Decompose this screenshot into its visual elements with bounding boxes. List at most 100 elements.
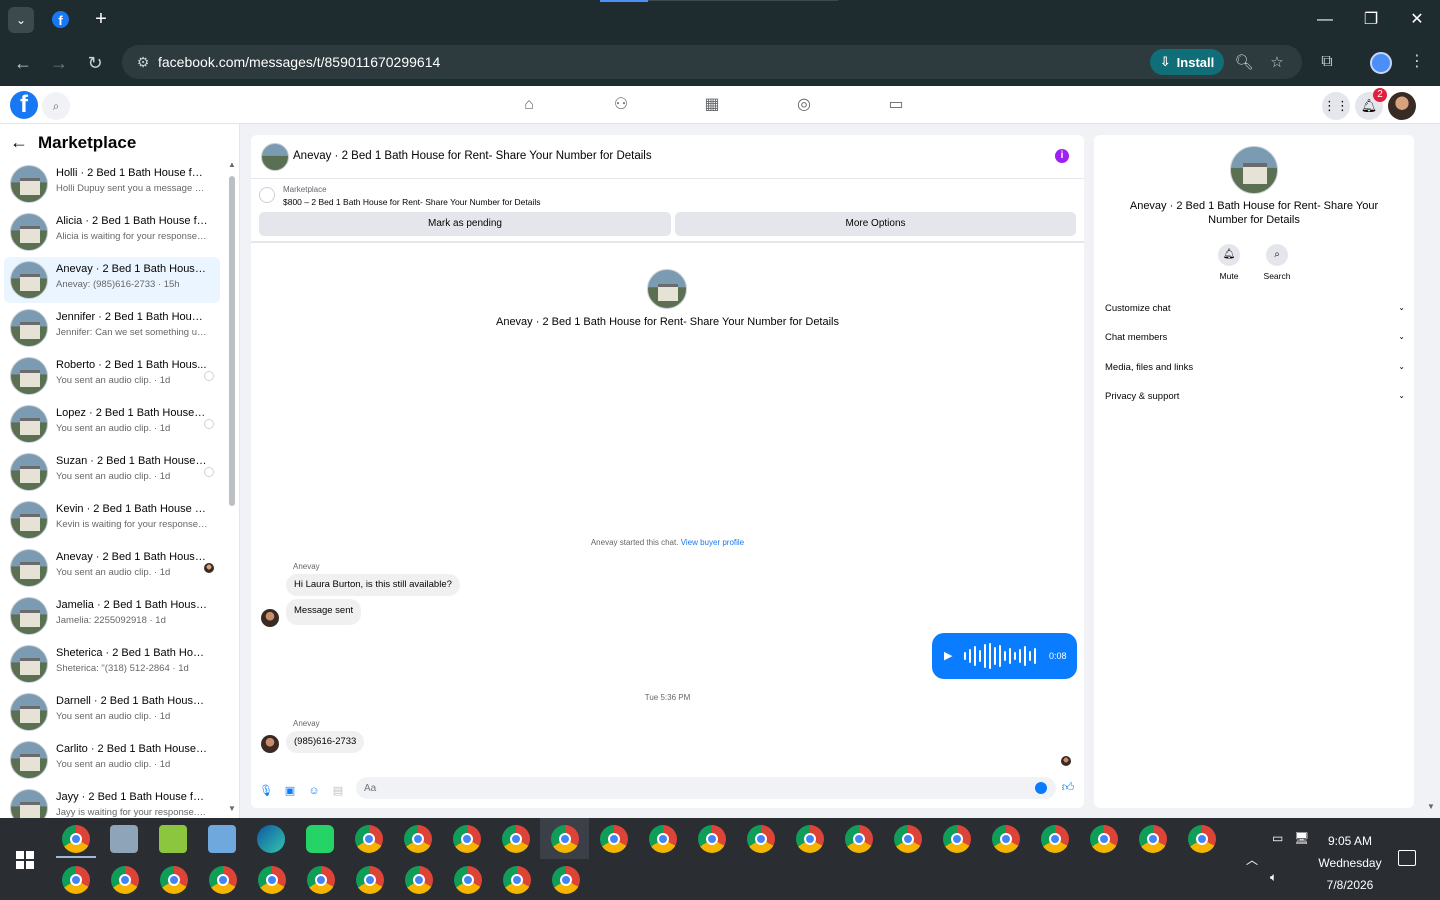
conversation-item[interactable]: Suzan · 2 Bed 1 Bath House f... You sent … xyxy=(4,449,220,495)
conversation-item[interactable]: Roberto · 2 Bed 1 Bath Hous... You sent a… xyxy=(4,353,220,399)
chrome-profile-icon[interactable] xyxy=(943,825,971,853)
sender-avatar[interactable] xyxy=(261,609,279,627)
audio-message-bubble[interactable]: ▶ 0:08 xyxy=(932,633,1077,679)
tab-search-chevron-icon[interactable]: ⌄ xyxy=(8,7,34,33)
chrome-profile-icon[interactable] xyxy=(62,866,90,894)
conversation-item[interactable]: Jennifer · 2 Bed 1 Bath House f... Jennif… xyxy=(4,305,220,351)
chrome-profile-icon[interactable] xyxy=(355,825,383,853)
chrome-profile-icon[interactable] xyxy=(600,825,628,853)
windows-start-icon[interactable] xyxy=(16,851,34,869)
info-icon[interactable]: i xyxy=(1055,149,1069,163)
mark-as-pending-button[interactable]: Mark as pending xyxy=(259,212,671,236)
customize-chat-section[interactable]: Customize chat ⌄ xyxy=(1105,303,1405,323)
search-icon[interactable]: ⌕ xyxy=(42,92,70,120)
chat-avatar[interactable] xyxy=(261,143,289,171)
close-window-icon[interactable]: ✕ xyxy=(1402,8,1432,32)
whatsapp-icon[interactable] xyxy=(306,825,334,853)
media-files-links-section[interactable]: Media, files and links ⌄ xyxy=(1105,362,1405,382)
minimize-icon[interactable]: — xyxy=(1310,8,1340,32)
conversation-item[interactable]: Alicia · 2 Bed 1 Bath House for ... Alici… xyxy=(4,209,220,255)
new-tab-plus-icon[interactable]: + xyxy=(90,8,112,30)
message-input[interactable] xyxy=(356,777,1056,799)
chrome-profile-icon[interactable] xyxy=(356,866,384,894)
chrome-profile-icon[interactable] xyxy=(698,825,726,853)
zoom-icon[interactable]: 🔍︎ xyxy=(1234,53,1254,73)
chrome-profile-icon[interactable] xyxy=(649,825,677,853)
menu-grid-icon[interactable]: ⋮⋮ xyxy=(1322,92,1350,120)
taskbar-clock[interactable]: 9:05 AM Wednesday 7/8/2026 xyxy=(1314,830,1386,896)
chrome-profile-icon[interactable] xyxy=(1139,825,1167,853)
listing-title[interactable]: $800 – 2 Bed 1 Bath House for Rent- Shar… xyxy=(283,197,541,207)
groups-icon[interactable]: ◎ xyxy=(793,94,815,116)
restore-icon[interactable]: ❐ xyxy=(1356,8,1386,32)
chrome-profile-icon[interactable] xyxy=(747,825,775,853)
gaming-icon[interactable]: ▭ xyxy=(885,94,907,116)
scroll-up-arrow-icon[interactable]: ▲ xyxy=(227,160,237,169)
chrome-profile-icon[interactable] xyxy=(503,866,531,894)
chrome-profile-icon[interactable] xyxy=(502,825,530,853)
scroll-down-arrow-icon[interactable]: ▼ xyxy=(227,804,237,813)
search-button[interactable]: ⌕ Search xyxy=(1257,244,1297,281)
conversation-item[interactable]: Jayy · 2 Bed 1 Bath House for R... Jayy i… xyxy=(4,785,220,818)
emoji-icon[interactable] xyxy=(1035,782,1047,794)
privacy-support-section[interactable]: Privacy & support ⌄ xyxy=(1105,391,1405,411)
back-arrow-icon[interactable]: ← xyxy=(10,132,28,153)
microphone-icon[interactable]: 🎙︎ xyxy=(259,784,273,798)
volume-icon[interactable]: 🔈︎ xyxy=(1270,870,1277,885)
network-icon[interactable]: 🖥︎ xyxy=(1294,831,1309,845)
chrome-profile-icon[interactable] xyxy=(404,825,432,853)
play-icon[interactable]: ▶ xyxy=(944,649,952,662)
photo-icon[interactable]: ▣ xyxy=(283,784,297,798)
conversation-item[interactable]: Carlito · 2 Bed 1 Bath House f... You sen… xyxy=(4,737,220,783)
chrome-profile-icon[interactable] xyxy=(1090,825,1118,853)
more-options-button[interactable]: More Options xyxy=(675,212,1076,236)
chrome-profile-icon[interactable] xyxy=(258,866,286,894)
chat-members-section[interactable]: Chat members ⌄ xyxy=(1105,332,1405,352)
chrome-app-icon[interactable] xyxy=(62,825,90,853)
chat-info-avatar[interactable] xyxy=(1230,146,1278,194)
reload-icon[interactable]: ↻ xyxy=(83,51,107,75)
chat-title[interactable]: Anevay · 2 Bed 1 Bath House for Rent- Sh… xyxy=(293,150,652,162)
listing-thumbnail[interactable] xyxy=(259,187,275,203)
message-bubble[interactable]: (985)616-2733 xyxy=(286,731,365,753)
sender-avatar[interactable] xyxy=(261,735,279,753)
chrome-profile-icon[interactable] xyxy=(160,866,188,894)
chrome-profile-icon[interactable] xyxy=(551,825,579,853)
conversation-item[interactable]: Jamelia · 2 Bed 1 Bath House fo... Jameli… xyxy=(4,593,220,639)
marketplace-icon[interactable]: ▦ xyxy=(701,94,723,116)
chrome-profile-icon[interactable] xyxy=(1041,825,1069,853)
chrome-profile-icon[interactable] xyxy=(111,866,139,894)
account-avatar[interactable] xyxy=(1388,92,1416,120)
address-bar[interactable]: ⚙ facebook.com/messages/t/85901167029961… xyxy=(122,45,1302,79)
page-scroll-down-icon[interactable]: ▼ xyxy=(1427,802,1435,811)
chrome-profile-icon[interactable] xyxy=(894,825,922,853)
mute-button[interactable]: 🔔︎ Mute xyxy=(1209,244,1249,281)
message-bubble[interactable]: Message sent xyxy=(286,599,362,625)
chrome-profile-icon[interactable] xyxy=(307,866,335,894)
chrome-profile-icon[interactable] xyxy=(453,825,481,853)
chrome-profile-icon[interactable] xyxy=(796,825,824,853)
gif-icon[interactable]: ▤ xyxy=(331,784,345,798)
chrome-profile-icon[interactable] xyxy=(209,866,237,894)
sticker-icon[interactable]: ☺ xyxy=(307,784,321,798)
conversation-item[interactable]: Kevin · 2 Bed 1 Bath House for ... Kevin … xyxy=(4,497,220,543)
edge-icon[interactable] xyxy=(257,825,285,853)
scrollbar-thumb[interactable] xyxy=(229,176,235,506)
chrome-profile-icon[interactable] xyxy=(454,866,482,894)
show-hidden-icons-chevron-icon[interactable]: ︿ xyxy=(1246,851,1258,868)
action-center-icon[interactable] xyxy=(1398,850,1416,866)
chrome-profile-icon[interactable] xyxy=(992,825,1020,853)
conversation-item[interactable]: Darnell · 2 Bed 1 Bath House fo... You se… xyxy=(4,689,220,735)
friends-icon[interactable]: ⚇ xyxy=(610,94,632,116)
chrome-profile-icon[interactable] xyxy=(405,866,433,894)
back-arrow-icon[interactable]: ← xyxy=(11,51,35,75)
facebook-tab-icon[interactable]: f xyxy=(52,11,69,28)
conversation-item[interactable]: Anevay · 2 Bed 1 Bath House fo... Anevay:… xyxy=(4,257,220,303)
profile-icon[interactable] xyxy=(1370,52,1392,74)
chrome-profile-icon[interactable] xyxy=(552,866,580,894)
site-settings-icon[interactable]: ⚙ xyxy=(134,53,152,71)
conversation-item[interactable]: Lopez · 2 Bed 1 Bath House f... You sent … xyxy=(4,401,220,447)
facebook-logo-icon[interactable]: f xyxy=(10,91,38,119)
thumbs-up-icon[interactable]: 👍︎ xyxy=(1061,780,1075,794)
view-buyer-profile-link[interactable]: View buyer profile xyxy=(681,538,744,547)
